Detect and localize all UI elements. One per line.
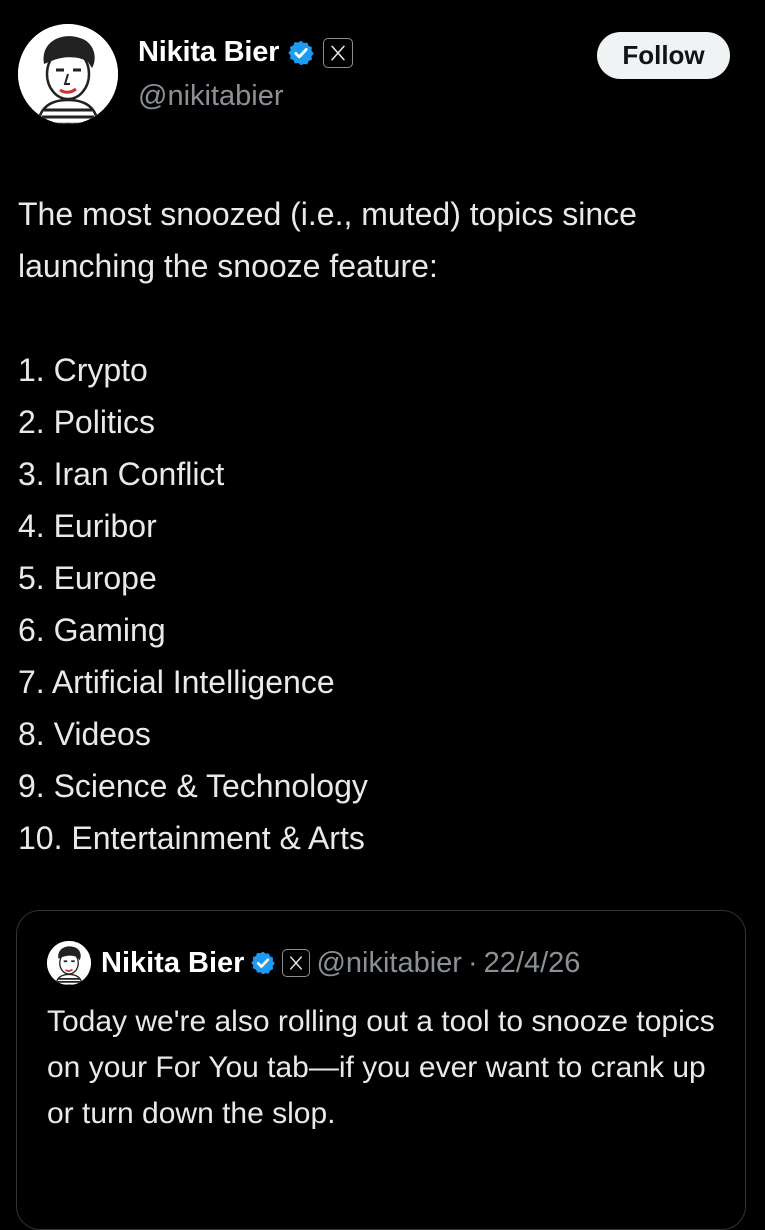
quoted-author-avatar[interactable] <box>47 941 91 985</box>
author-avatar[interactable] <box>18 24 118 124</box>
quoted-post-text: Today we're also rolling out a tool to s… <box>47 1005 715 1130</box>
quoted-author-name[interactable]: Nikita Bier <box>101 947 244 980</box>
list-item: 1. Crypto <box>18 352 148 388</box>
list-item: 6. Gaming <box>18 612 166 648</box>
affiliate-x-badge <box>282 949 311 977</box>
list-item: 9. Science & Technology <box>18 768 368 804</box>
list-item: 7. Artificial Intelligence <box>18 664 335 700</box>
post-intro: The most snoozed (i.e., muted) topics si… <box>18 196 637 284</box>
x-logo-icon <box>290 956 303 970</box>
list-item: 8. Videos <box>18 716 151 752</box>
affiliate-x-badge <box>323 37 354 68</box>
follow-button[interactable]: Follow <box>597 32 730 79</box>
separator-dot: · <box>467 946 478 979</box>
list-item: 10. Entertainment & Arts <box>18 820 365 856</box>
topic-list: 1. Crypto 2. Politics 3. Iran Conflict 4… <box>18 344 748 864</box>
verified-badge-icon <box>288 40 314 65</box>
author-name-row: Nikita Bier <box>138 36 354 69</box>
quoted-author-handle[interactable]: @nikitabier <box>316 947 462 980</box>
quoted-post-date[interactable]: 22/4/26 <box>484 947 581 980</box>
list-item: 3. Iran Conflict <box>18 456 225 492</box>
post-header: Nikita Bier @nikitabier Follow <box>0 0 765 150</box>
list-item: 4. Euribor <box>18 508 157 544</box>
quoted-post-header: Nikita Bier @nikitabier · 22/4/26 <box>47 941 580 985</box>
quoted-post-card[interactable]: Nikita Bier @nikitabier · 22/4/26 Today … <box>16 910 746 1230</box>
verified-badge-icon <box>251 951 276 975</box>
post-text: The most snoozed (i.e., muted) topics si… <box>18 188 748 864</box>
x-logo-icon <box>331 45 345 60</box>
list-item: 2. Politics <box>18 404 155 440</box>
author-name[interactable]: Nikita Bier <box>138 36 279 69</box>
author-handle[interactable]: @nikitabier <box>138 80 284 113</box>
list-item: 5. Europe <box>18 560 157 596</box>
